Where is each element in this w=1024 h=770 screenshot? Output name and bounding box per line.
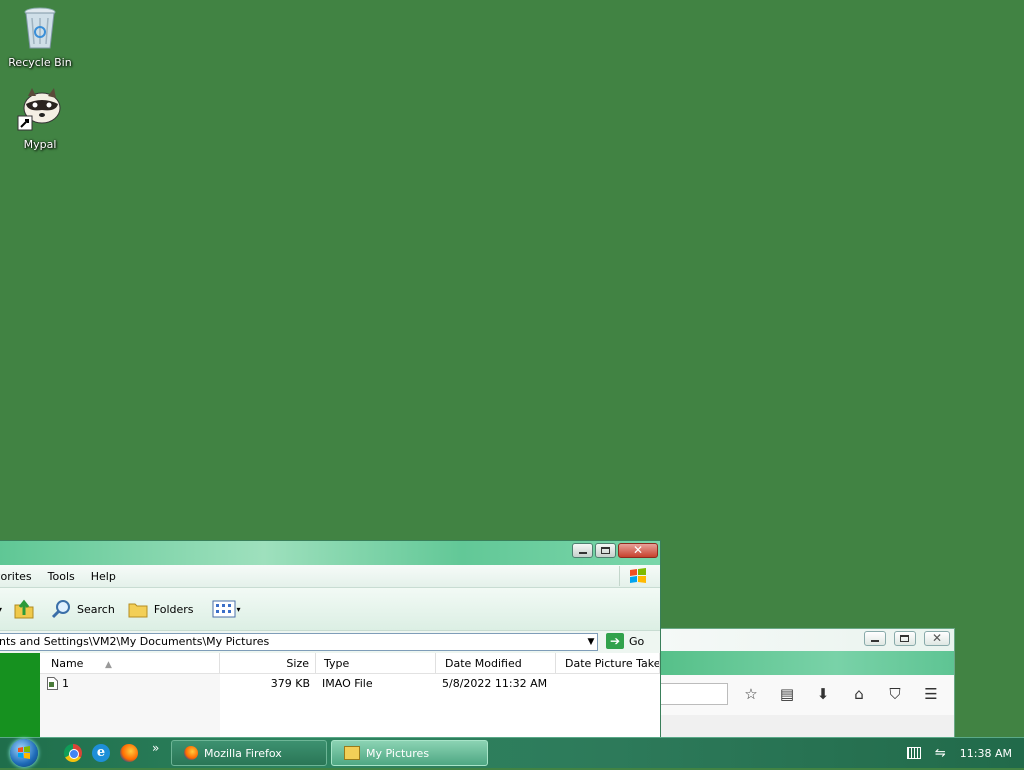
firefox-window: ✕ ☆ ▤ ⬇ ⌂ ⛉ ☰ bbox=[660, 628, 955, 742]
folders-label: Folders bbox=[153, 602, 194, 616]
internet-explorer-icon[interactable]: e bbox=[92, 744, 110, 762]
explorer-toolbar: ▾ Search Folders ▾ bbox=[0, 588, 660, 631]
network-icon[interactable]: ⇋ bbox=[935, 746, 946, 761]
pocket-icon[interactable]: ⛉ bbox=[884, 685, 906, 703]
desktop-icon-recycle-bin[interactable]: Recycle Bin bbox=[0, 4, 80, 69]
menu-tools[interactable]: Tools bbox=[40, 570, 83, 583]
address-dropdown-icon[interactable]: ▼ bbox=[584, 634, 598, 650]
up-folder-icon bbox=[14, 599, 34, 619]
menu-favorites[interactable]: vorites bbox=[0, 570, 40, 583]
file-size: 379 KB bbox=[270, 676, 310, 690]
recycle-bin-icon bbox=[16, 4, 64, 52]
explorer-window: ✕ vorites Tools Help ▾ Search bbox=[0, 540, 661, 742]
system-tray: ⇋ 11:38 AM bbox=[906, 738, 1024, 768]
home-icon[interactable]: ⌂ bbox=[848, 685, 870, 703]
download-icon[interactable]: ⬇ bbox=[812, 685, 834, 703]
up-folder-button[interactable] bbox=[12, 597, 36, 621]
file-type: IMAO File bbox=[322, 676, 373, 690]
file-row[interactable]: 1 379 KB IMAO File 5/8/2022 11:32 AM bbox=[40, 674, 660, 692]
column-type[interactable]: Type bbox=[316, 653, 436, 673]
go-arrow-icon: ➔ bbox=[606, 633, 624, 649]
search-icon bbox=[51, 600, 71, 619]
mypal-label: Mypal bbox=[23, 138, 57, 151]
firefox-nav-bar: ☆ ▤ ⬇ ⌂ ⛉ ☰ bbox=[660, 675, 954, 715]
minimize-button[interactable] bbox=[572, 543, 593, 558]
search-label: Search bbox=[77, 602, 115, 616]
column-date-modified[interactable]: Date Modified bbox=[436, 653, 556, 673]
taskbar-button-firefox[interactable]: Mozilla Firefox bbox=[171, 740, 327, 766]
firefox-quicklaunch-icon[interactable] bbox=[120, 744, 138, 762]
go-button[interactable]: ➔ Go bbox=[606, 633, 644, 649]
quick-launch: e bbox=[64, 744, 138, 762]
star-icon[interactable]: ☆ bbox=[740, 685, 762, 703]
minimize-icon bbox=[579, 552, 587, 554]
address-input[interactable]: nts and Settings\VM2\My Documents\My Pic… bbox=[0, 633, 598, 651]
column-size[interactable]: Size bbox=[220, 653, 316, 673]
search-button[interactable]: Search bbox=[50, 598, 115, 620]
my-pictures-task-icon bbox=[344, 746, 360, 760]
url-bar[interactable] bbox=[660, 683, 728, 705]
keyboard-icon[interactable] bbox=[906, 747, 921, 759]
close-icon: ✕ bbox=[632, 543, 644, 557]
file-name: 1 bbox=[62, 676, 69, 690]
windows-start-icon bbox=[18, 746, 30, 759]
menu-icon[interactable]: ☰ bbox=[920, 685, 942, 703]
folders-icon bbox=[128, 603, 148, 618]
recycle-bin-label: Recycle Bin bbox=[8, 56, 72, 69]
column-name[interactable]: Name ▲ bbox=[40, 653, 220, 673]
column-date-taken[interactable]: Date Picture Taken bbox=[556, 653, 660, 673]
go-label: Go bbox=[629, 634, 645, 648]
maximize-button[interactable] bbox=[894, 631, 916, 646]
maximize-icon bbox=[601, 547, 610, 554]
minimize-icon bbox=[871, 640, 879, 642]
taskbar-button-my-pictures[interactable]: My Pictures bbox=[331, 740, 488, 766]
back-dropdown-icon[interactable]: ▾ bbox=[0, 605, 2, 614]
close-icon: ✕ bbox=[931, 631, 943, 645]
menu-bar: vorites Tools Help bbox=[0, 565, 660, 588]
menu-help[interactable]: Help bbox=[83, 570, 124, 583]
firefox-tab-strip bbox=[660, 651, 954, 675]
task-pane bbox=[0, 653, 40, 741]
sort-ascending-icon: ▲ bbox=[104, 660, 112, 670]
clock[interactable]: 11:38 AM bbox=[960, 747, 1012, 760]
file-icon bbox=[47, 676, 58, 690]
windows-logo-icon bbox=[619, 566, 656, 586]
close-button[interactable]: ✕ bbox=[618, 543, 658, 558]
folders-button[interactable]: Folders bbox=[127, 599, 194, 619]
explorer-title-bar[interactable]: ✕ bbox=[0, 541, 660, 565]
file-list[interactable]: Name ▲ Size Type Date Modified Date Pict… bbox=[40, 653, 660, 741]
taskbar-button-label: My Pictures bbox=[366, 746, 430, 760]
views-button[interactable]: ▾ bbox=[212, 600, 241, 618]
views-icon bbox=[212, 600, 236, 618]
taskbar: e » Mozilla Firefox My Pictures ⇋ 11:38 … bbox=[0, 737, 1024, 768]
firefox-task-icon bbox=[184, 746, 198, 760]
column-header: Name ▲ Size Type Date Modified Date Pict… bbox=[40, 653, 660, 674]
desktop-icon-mypal[interactable]: Mypal bbox=[0, 86, 80, 151]
maximize-button[interactable] bbox=[595, 543, 616, 558]
chrome-icon[interactable] bbox=[64, 744, 82, 762]
explorer-content: Name ▲ Size Type Date Modified Date Pict… bbox=[0, 653, 660, 741]
close-button[interactable]: ✕ bbox=[924, 631, 950, 646]
views-dropdown-icon: ▾ bbox=[236, 604, 241, 614]
raccoon-shortcut-icon bbox=[16, 86, 64, 134]
maximize-icon bbox=[900, 635, 909, 642]
clipboard-icon[interactable]: ▤ bbox=[776, 685, 798, 703]
minimize-button[interactable] bbox=[864, 631, 886, 646]
quick-launch-overflow-icon[interactable]: » bbox=[152, 741, 159, 755]
address-bar: nts and Settings\VM2\My Documents\My Pic… bbox=[0, 631, 660, 654]
column-name-label: Name bbox=[51, 657, 84, 670]
file-date-modified: 5/8/2022 11:32 AM bbox=[442, 676, 548, 690]
start-button[interactable] bbox=[10, 739, 38, 767]
taskbar-button-label: Mozilla Firefox bbox=[204, 746, 282, 760]
firefox-title-bar[interactable]: ✕ bbox=[660, 629, 954, 651]
